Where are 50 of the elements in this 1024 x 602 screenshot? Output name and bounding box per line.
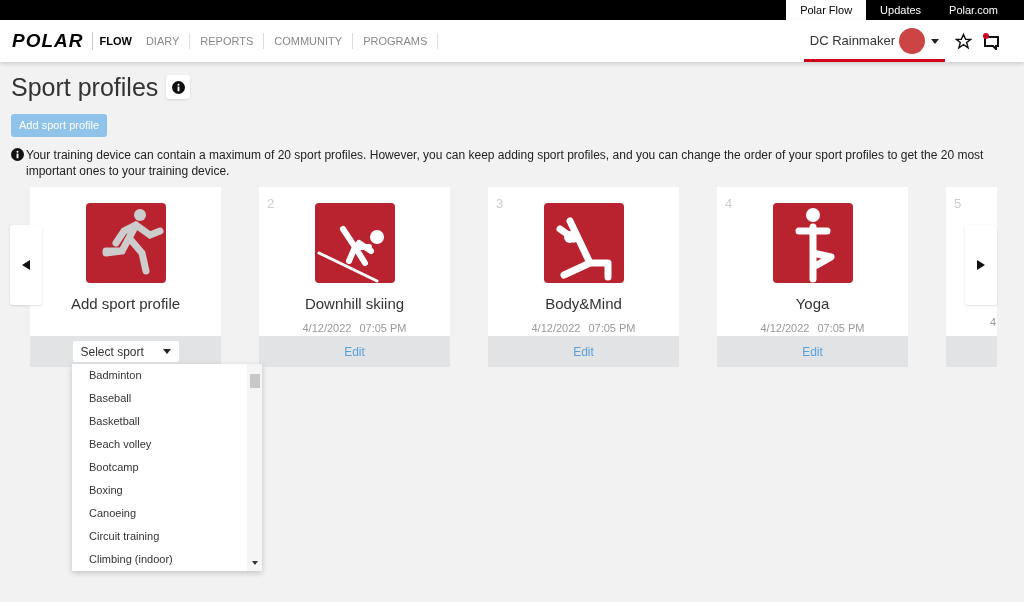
notification-icon[interactable] <box>982 32 1000 50</box>
dropdown-option[interactable]: Circuit training <box>72 525 247 548</box>
profile-name: Add sport profile <box>70 294 181 314</box>
profile-date: 4 <box>990 315 997 330</box>
right-arrow-icon <box>977 260 985 270</box>
profile-name: Body&Mind <box>545 294 622 314</box>
profile-time: 07:05 PM <box>359 320 407 336</box>
dropdown-option[interactable]: Boxing <box>72 479 247 502</box>
dropdown-option[interactable]: Baseball <box>72 387 247 410</box>
user-name: DC Rainmaker <box>809 32 895 51</box>
profile-date: 4/12/2022 <box>302 320 352 336</box>
top-tab[interactable]: Polar.com <box>935 0 1012 20</box>
yoga-pose-icon <box>772 203 853 283</box>
sport-select[interactable]: Select sport <box>72 341 179 362</box>
scrollbar-thumb[interactable] <box>249 374 260 388</box>
profile-name: Downhill skiing <box>304 294 405 314</box>
profile-time: 07:05 PM <box>588 320 636 336</box>
star-icon[interactable] <box>955 32 972 50</box>
top-tab[interactable]: Polar Flow <box>786 0 867 20</box>
nav-link[interactable]: REPORTS <box>193 32 261 50</box>
dropdown-option[interactable]: Canoeing <box>72 502 247 525</box>
caret-icon <box>931 38 939 44</box>
dropdown-option[interactable]: Bootcamp <box>72 456 247 479</box>
user-menu[interactable]: DC Rainmaker <box>803 20 945 62</box>
nav-link[interactable]: FLOW <box>92 32 139 50</box>
info-icon <box>11 148 24 161</box>
dropdown-option[interactable]: Climbing (indoor) <box>72 548 247 571</box>
profile-name: Yoga <box>795 294 830 314</box>
nav-link[interactable]: PROGRAMS <box>356 32 435 50</box>
running-person-icon <box>85 203 166 283</box>
profile-date: 4/12/2022 <box>760 320 810 336</box>
top-tab[interactable]: Updates <box>866 0 936 20</box>
left-arrow-icon <box>22 260 30 270</box>
notice-text: Your training device can contain a maximum of 20 sport profiles. However, you can keep adding sport profiles, and you can change the order of your sport profiles to get the 20 most important ones to your training device. <box>26 147 985 179</box>
scroll-down-icon[interactable] <box>251 561 258 565</box>
polar-logo[interactable]: POLAR <box>12 26 84 56</box>
info-icon[interactable] <box>166 75 191 99</box>
profile-time: 07:05 PM <box>817 320 865 336</box>
dropdown-option[interactable]: Basketball <box>72 410 247 433</box>
stretching-figure-icon <box>543 203 624 283</box>
profile-date: 4/12/2022 <box>531 320 581 336</box>
skier-icon <box>314 203 395 283</box>
caret-icon <box>162 349 171 354</box>
scrollbar[interactable] <box>247 364 262 571</box>
nav-link[interactable]: COMMUNITY <box>267 32 350 50</box>
nav-link[interactable]: DIARY <box>138 32 187 50</box>
dropdown-option[interactable]: Badminton <box>72 364 247 387</box>
dropdown-option[interactable]: Beach volley <box>72 433 247 456</box>
page-title: Sport profiles <box>11 72 159 102</box>
avatar <box>899 28 925 54</box>
